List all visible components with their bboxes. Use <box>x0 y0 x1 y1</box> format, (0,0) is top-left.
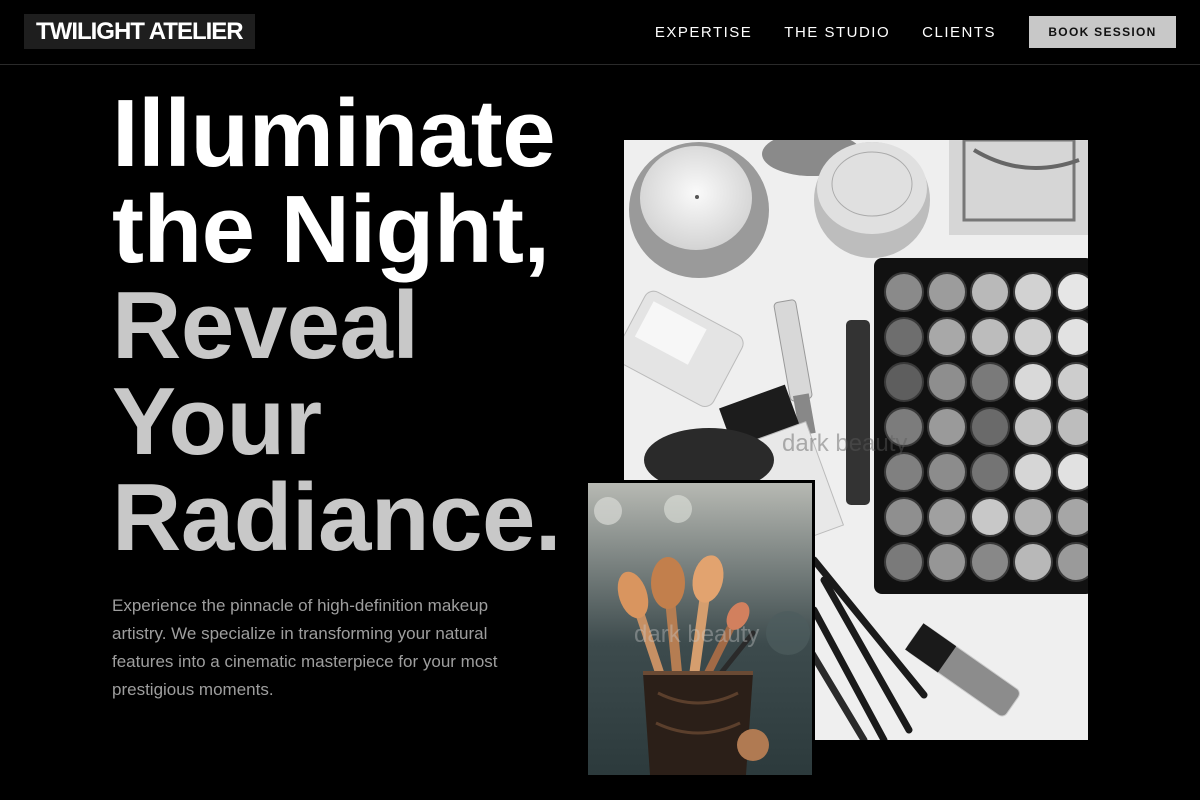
eyeshadow-pan <box>1056 407 1088 447</box>
eyeshadow-pan <box>1056 362 1088 402</box>
eyeshadow-pan <box>1013 497 1053 537</box>
eyeshadow-pan <box>884 272 924 312</box>
headline-line-4: Your <box>112 368 322 475</box>
eyeshadow-pan <box>970 272 1010 312</box>
eyeshadow-pan <box>1013 542 1053 582</box>
headline-line-3: Reveal <box>112 272 419 379</box>
nav-link-expertise[interactable]: EXPERTISE <box>655 24 752 41</box>
eyeshadow-pan <box>970 317 1010 357</box>
eyeshadow-pan <box>970 362 1010 402</box>
photo-watermark: dark beauty <box>782 430 908 457</box>
eyeshadow-pan <box>970 542 1010 582</box>
eyeshadow-pan <box>1056 317 1088 357</box>
nav-link-the-studio[interactable]: THE STUDIO <box>784 24 890 41</box>
nav-link-clients[interactable]: CLIENTS <box>922 24 996 41</box>
eyeshadow-pan <box>1013 362 1053 402</box>
eyeshadow-pan <box>927 497 967 537</box>
eyeshadow-pan <box>1056 452 1088 492</box>
headline-line-5: Radiance. <box>112 464 562 571</box>
photo-watermark-small: dark beauty <box>634 621 760 648</box>
eyeshadow-pan <box>927 407 967 447</box>
eyeshadow-pan <box>970 452 1010 492</box>
book-session-button[interactable]: BOOK SESSION <box>1029 16 1176 48</box>
eyeshadow-pan <box>970 407 1010 447</box>
eyeshadow-pan <box>884 497 924 537</box>
eyeshadow-pan <box>1013 317 1053 357</box>
brand-logo[interactable]: TWILIGHT ATELIER <box>24 14 255 49</box>
makeup-brushes-photo: dark beauty <box>585 480 815 778</box>
hero-description: Experience the pinnacle of high-definiti… <box>112 596 498 699</box>
eyeshadow-pan <box>1056 542 1088 582</box>
eyeshadow-pan <box>884 362 924 402</box>
hero-headline: Illuminate the Night, Reveal Your Radian… <box>112 80 562 571</box>
eyeshadow-pan <box>1013 272 1053 312</box>
eyeshadow-pan <box>1056 497 1088 537</box>
eyeshadow-pan <box>927 362 967 402</box>
primary-nav: EXPERTISE THE STUDIO CLIENTS <box>655 0 996 64</box>
eyeshadow-pan <box>884 317 924 357</box>
eyeshadow-pan <box>884 542 924 582</box>
eyeshadow-pan <box>1056 272 1088 312</box>
headline-line-2: the Night, <box>112 176 550 283</box>
eyeshadow-pan <box>927 452 967 492</box>
top-navbar: TWILIGHT ATELIER EXPERTISE THE STUDIO CL… <box>0 0 1200 65</box>
eyeshadow-pan <box>1013 452 1053 492</box>
eyeshadow-pan <box>884 452 924 492</box>
eyeshadow-pan <box>927 542 967 582</box>
headline-line-1: Illuminate <box>112 80 556 187</box>
eyeshadow-pan <box>1013 407 1053 447</box>
eyeshadow-pan <box>927 272 967 312</box>
eyeshadow-pan <box>927 317 967 357</box>
eyeshadow-pan <box>970 497 1010 537</box>
